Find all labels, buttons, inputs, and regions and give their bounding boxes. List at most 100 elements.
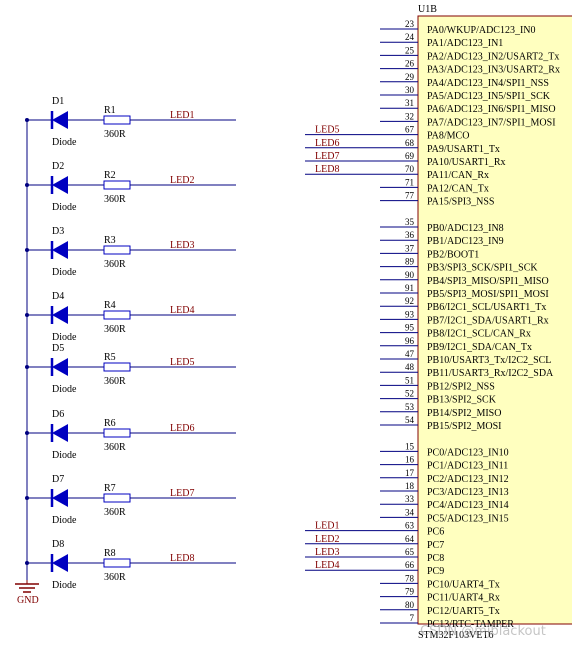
resistor-value: 360R — [104, 129, 126, 140]
net-label-led8: LED8 — [315, 164, 339, 175]
diode-type-label: Diode — [52, 515, 77, 526]
chip-pin-number: 53 — [405, 402, 415, 412]
net-label-led1: LED1 — [315, 521, 339, 532]
chip-pin-name: PC7 — [427, 540, 444, 551]
chip-pin-number: 69 — [405, 151, 415, 161]
watermark-text: CSDN @mjblackout — [420, 624, 546, 639]
chip-pin-number: 23 — [405, 19, 415, 29]
diode-designator: D2 — [52, 161, 64, 172]
led-circuit-schematic: U1BSTM32F103VET623PA0/WKUP/ADC123_IN024P… — [15, 4, 572, 641]
chip-pin-name: PA11/CAN_Rx — [427, 170, 489, 181]
chip-pin-name: PB12/SPI2_NSS — [427, 381, 495, 392]
chip-pin-name: PB2/BOOT1 — [427, 249, 479, 260]
chip-pin-name: PB1/ADC123_IN9 — [427, 236, 504, 247]
chip-pin-name: PB7/I2C1_SDA/USART1_Rx — [427, 315, 549, 326]
resistor-symbol — [103, 245, 131, 255]
chip-pin-number: 37 — [405, 243, 415, 253]
chip-pin-name: PB13/SPI2_SCK — [427, 395, 497, 406]
diode-symbol — [52, 111, 68, 129]
chip-pin-name: PA9/USART1_Tx — [427, 144, 500, 155]
diode-type-label: Diode — [52, 384, 77, 395]
chip-pin-name: PB14/SPI2_MISO — [427, 408, 501, 419]
resistor-designator: R7 — [104, 483, 116, 494]
diode-designator: D5 — [52, 343, 64, 354]
chip-pin-number: 63 — [405, 521, 415, 531]
resistor-designator: R1 — [104, 105, 116, 116]
chip-pin-name: PA12/CAN_Tx — [427, 183, 489, 194]
chip-pin-name: PC3/ADC123_IN13 — [427, 487, 509, 498]
junction-dot — [25, 248, 29, 252]
chip-pin-number: 89 — [405, 257, 415, 267]
chip-pin-number: 79 — [405, 587, 415, 597]
resistor-designator: R8 — [104, 548, 116, 559]
chip-pin-number: 52 — [405, 389, 414, 399]
chip-pin-number: 80 — [405, 600, 415, 610]
resistor-value: 360R — [104, 442, 126, 453]
chip-pin-number: 65 — [405, 547, 415, 557]
chip-pin-number: 48 — [405, 362, 415, 372]
chip-pin-number: 54 — [405, 415, 415, 425]
diode-type-label: Diode — [52, 450, 77, 461]
diode-designator: D8 — [52, 539, 64, 550]
chip-pin-number: 70 — [405, 164, 415, 174]
resistor-symbol — [103, 310, 131, 320]
chip-pin-name: PA6/ADC123_IN6/SPI1_MISO — [427, 104, 556, 115]
resistor-symbol — [103, 180, 131, 190]
diode-symbol — [52, 306, 68, 324]
led-net-label: LED2 — [170, 175, 194, 186]
chip-pin-name: PB0/ADC123_IN8 — [427, 223, 504, 234]
chip-pin-number: 66 — [405, 560, 415, 570]
chip-pin-name: PB8/I2C1_SCL/CAN_Rx — [427, 329, 531, 340]
chip-pin-name: PB4/SPI3_MISO/SPI1_MISO — [427, 276, 549, 287]
junction-dot — [25, 496, 29, 500]
diode-type-label: Diode — [52, 137, 77, 148]
junction-dot — [25, 313, 29, 317]
chip-pin-number: 26 — [405, 59, 415, 69]
schematic-canvas: U1B STM32F103VET6 23 PA0/WKUP/ADC123_IN0 24 P… — [0, 0, 572, 648]
chip-pin-name: PC11/UART4_Rx — [427, 593, 500, 604]
led-net-label: LED1 — [170, 110, 194, 121]
diode-type-label: Diode — [52, 202, 77, 213]
diode-designator: D7 — [52, 474, 64, 485]
chip-pin-number: 29 — [405, 72, 415, 82]
diode-designator: D1 — [52, 96, 64, 107]
resistor-value: 360R — [104, 259, 126, 270]
resistor-designator: R5 — [104, 352, 116, 363]
resistor-value: 360R — [104, 572, 126, 583]
diode-symbol — [52, 176, 68, 194]
resistor-value: 360R — [104, 194, 126, 205]
chip-pin-number: 24 — [405, 32, 415, 42]
resistor-designator: R6 — [104, 418, 116, 429]
chip-pin-number: 17 — [405, 468, 415, 478]
net-label-led5: LED5 — [315, 125, 339, 136]
chip-pin-number: 18 — [405, 481, 415, 491]
diode-symbol — [52, 358, 68, 376]
resistor-symbol — [103, 558, 131, 568]
chip-pin-name: PA2/ADC123_IN2/USART2_Tx — [427, 51, 559, 62]
ground-label: GND — [17, 595, 39, 606]
chip-pin-number: 90 — [405, 270, 415, 280]
diode-symbol — [52, 489, 68, 507]
chip-pin-name: PB15/SPI2_MOSI — [427, 421, 501, 432]
chip-pin-number: 91 — [405, 283, 414, 293]
chip-pin-number: 92 — [405, 296, 414, 306]
net-label-led3: LED3 — [315, 547, 339, 558]
chip-pin-number: 68 — [405, 138, 415, 148]
diode-designator: D3 — [52, 226, 64, 237]
led-net-label: LED4 — [170, 305, 194, 316]
chip-pin-number: 7 — [410, 613, 415, 623]
chip-pin-name: PA10/USART1_Rx — [427, 157, 506, 168]
chip-pin-name: PC8 — [427, 553, 444, 564]
chip-pin-number: 77 — [405, 191, 415, 201]
chip-pin-number: 96 — [405, 336, 415, 346]
chip-pin-number: 78 — [405, 573, 415, 583]
resistor-designator: R2 — [104, 170, 116, 181]
diode-type-label: Diode — [52, 580, 77, 591]
chip-pin-name: PB3/SPI3_SCK/SPI1_SCK — [427, 263, 538, 274]
chip-pin-name: PA0/WKUP/ADC123_IN0 — [427, 25, 536, 36]
chip-pin-name: PC4/ADC123_IN14 — [427, 500, 509, 511]
chip-pin-number: 16 — [405, 455, 415, 465]
resistor-symbol — [103, 493, 131, 503]
chip-pin-name: PC5/ADC123_IN15 — [427, 513, 509, 524]
resistor-designator: R3 — [104, 235, 116, 246]
